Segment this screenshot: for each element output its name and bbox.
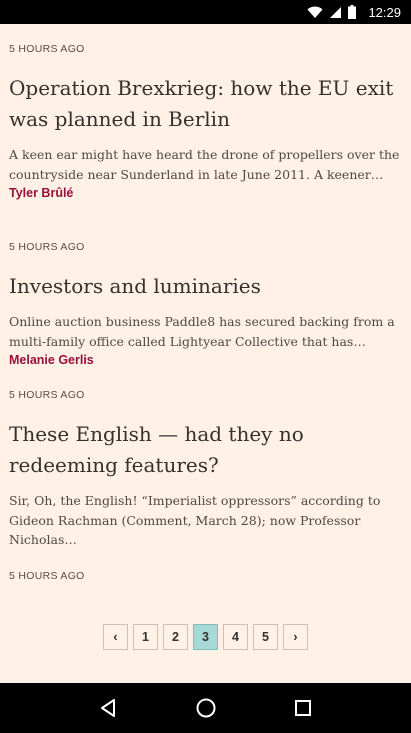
page-button-5[interactable]: 5 bbox=[253, 624, 278, 650]
article-author[interactable]: Tyler Brûlé bbox=[9, 186, 401, 200]
page-button-4[interactable]: 4 bbox=[223, 624, 248, 650]
status-bar: 12:29 bbox=[0, 0, 411, 24]
article-timestamp: 5 HOURS AGO bbox=[9, 43, 85, 55]
page-button-2[interactable]: 2 bbox=[163, 624, 188, 650]
article-headline[interactable]: These English — had they no redeeming fe… bbox=[9, 419, 401, 481]
system-nav-bar bbox=[0, 683, 411, 733]
list-item[interactable]: 5 HOURS AGO These English — had they no … bbox=[9, 389, 401, 550]
article-headline[interactable]: Investors and luminaries bbox=[9, 271, 401, 302]
prev-page-button[interactable]: ‹ bbox=[103, 624, 128, 650]
pagination: ‹ 1 2 3 4 5 › bbox=[0, 624, 411, 650]
clock: 12:29 bbox=[368, 4, 401, 20]
recents-icon[interactable] bbox=[283, 688, 323, 728]
article-summary: Sir, Oh, the English! “Imperialist oppre… bbox=[9, 493, 381, 547]
article-timestamp: 5 HOURS AGO bbox=[9, 570, 85, 582]
article-summary: A keen ear might have heard the drone of… bbox=[9, 147, 400, 182]
page-button-1[interactable]: 1 bbox=[133, 624, 158, 650]
article-summary: Online auction business Paddle8 has secu… bbox=[9, 314, 395, 349]
signal-icon bbox=[329, 6, 342, 19]
list-item[interactable]: 5 HOURS AGO bbox=[9, 570, 401, 582]
wifi-icon bbox=[307, 6, 323, 19]
list-item[interactable]: 5 HOURS AGO Investors and luminaries Onl… bbox=[9, 241, 401, 367]
back-icon[interactable] bbox=[89, 688, 129, 728]
home-icon[interactable] bbox=[186, 688, 226, 728]
battery-icon bbox=[348, 5, 357, 19]
article-timestamp: 5 HOURS AGO bbox=[9, 389, 85, 401]
article-headline[interactable]: Operation Brexkrieg: how the EU exit was… bbox=[9, 73, 401, 135]
page-button-3-current[interactable]: 3 bbox=[193, 624, 218, 650]
next-page-button[interactable]: › bbox=[283, 624, 308, 650]
article-timestamp: 5 HOURS AGO bbox=[9, 241, 85, 253]
list-item[interactable]: 5 HOURS AGO Operation Brexkrieg: how the… bbox=[9, 43, 401, 200]
article-author[interactable]: Melanie Gerlis bbox=[9, 353, 401, 367]
